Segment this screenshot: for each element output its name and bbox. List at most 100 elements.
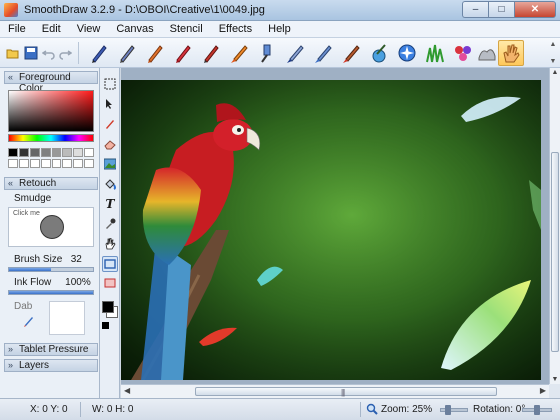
scroll-right-button[interactable]: ▶ bbox=[540, 386, 546, 395]
color-swatch[interactable] bbox=[8, 158, 18, 168]
menu-effects[interactable]: Effects bbox=[211, 21, 260, 37]
toolbar-scroll-up[interactable]: ▲ bbox=[548, 40, 558, 49]
save-icon[interactable] bbox=[24, 46, 38, 60]
hue-slider[interactable] bbox=[8, 134, 94, 142]
toolbar-scroll[interactable]: ▲ ▼ bbox=[548, 40, 558, 66]
scroll-down-button[interactable]: ▼ bbox=[550, 376, 560, 383]
left-panel: « Foreground Color « Retouch Smudge Clic… bbox=[0, 68, 100, 398]
fill-icon[interactable] bbox=[102, 176, 118, 192]
hand-icon[interactable] bbox=[498, 40, 524, 66]
menu-file[interactable]: File bbox=[0, 21, 34, 37]
airbrush-icon[interactable] bbox=[254, 40, 280, 66]
selection-size: W: 0 H: 0 bbox=[92, 404, 134, 415]
layers-title: Layers bbox=[19, 360, 50, 371]
grass-icon[interactable] bbox=[422, 40, 448, 66]
scroll-left-button[interactable]: ◀ bbox=[124, 386, 130, 395]
color-swatch[interactable] bbox=[62, 148, 73, 157]
ink-flow-slider[interactable] bbox=[8, 290, 94, 295]
maximize-button[interactable]: □ bbox=[488, 1, 514, 18]
ink-flow-label: Ink Flow 100% bbox=[14, 277, 91, 288]
foreground-color-header[interactable]: « Foreground Color bbox=[4, 71, 98, 94]
dab-preview[interactable] bbox=[49, 301, 85, 335]
brush-tool-icon[interactable] bbox=[102, 116, 118, 132]
horizontal-scrollbar[interactable]: ◀ ||| ▶ bbox=[121, 384, 549, 398]
menu-bar: File Edit View Canvas Stencil Effects He… bbox=[0, 21, 560, 38]
smudge-brush-icon[interactable] bbox=[338, 40, 364, 66]
color-swatch[interactable] bbox=[73, 148, 84, 157]
brush-tip-preview bbox=[40, 215, 64, 239]
retouch-title: Retouch bbox=[19, 178, 57, 189]
zoom-slider-knob[interactable] bbox=[444, 405, 451, 415]
text-icon[interactable]: T bbox=[102, 196, 118, 212]
scroll-up-button[interactable]: ▲ bbox=[550, 69, 560, 76]
hand-tool-icon[interactable] bbox=[102, 236, 118, 252]
menu-help[interactable]: Help bbox=[260, 21, 299, 37]
undo-icon[interactable] bbox=[41, 46, 56, 60]
color-swatch[interactable] bbox=[62, 158, 73, 168]
color-swatch[interactable] bbox=[18, 158, 29, 168]
eraser-icon[interactable] bbox=[102, 136, 118, 152]
fill-brush-icon[interactable] bbox=[310, 40, 336, 66]
expand-icon: » bbox=[8, 360, 14, 370]
brush-preview[interactable]: Click me bbox=[8, 207, 94, 247]
menu-edit[interactable]: Edit bbox=[34, 21, 69, 37]
color-swatch[interactable] bbox=[8, 148, 18, 157]
color-swatch[interactable] bbox=[84, 148, 94, 157]
vertical-scrollbar[interactable]: ▲ ▼ bbox=[549, 68, 560, 384]
horizontal-scroll-thumb[interactable]: ||| bbox=[195, 387, 497, 397]
rotation-level: Rotation: 0° bbox=[473, 404, 526, 415]
title-bar: SmoothDraw 3.2.9 - D:\OBOI\Creative\1\00… bbox=[0, 0, 560, 21]
color-swatch[interactable] bbox=[84, 158, 94, 168]
color-swatch[interactable] bbox=[40, 148, 51, 157]
color-swatch[interactable] bbox=[73, 158, 84, 168]
select-icon[interactable] bbox=[102, 76, 118, 92]
rectangle-icon[interactable] bbox=[102, 256, 118, 272]
pen-icon[interactable] bbox=[86, 40, 112, 66]
tablet-pressure-header[interactable]: » Tablet Pressure bbox=[4, 343, 98, 356]
crayon-icon[interactable] bbox=[142, 40, 168, 66]
color-swatch[interactable] bbox=[51, 148, 62, 157]
image-hose-icon[interactable] bbox=[474, 40, 500, 66]
menu-stencil[interactable]: Stencil bbox=[162, 21, 211, 37]
redo-icon[interactable] bbox=[58, 46, 73, 60]
color-swatch[interactable] bbox=[29, 158, 40, 168]
move-icon[interactable] bbox=[102, 96, 118, 112]
watercolor-brush-icon[interactable] bbox=[226, 40, 252, 66]
flowers-icon[interactable] bbox=[450, 40, 476, 66]
saturation-value-picker[interactable] bbox=[8, 90, 94, 132]
eyedropper-icon[interactable] bbox=[102, 216, 118, 232]
menu-canvas[interactable]: Canvas bbox=[108, 21, 161, 37]
scroll-grip: ||| bbox=[341, 388, 345, 397]
open-folder-icon[interactable] bbox=[6, 46, 20, 60]
image-tool-icon[interactable] bbox=[102, 156, 118, 172]
zoom-slider[interactable] bbox=[440, 405, 468, 415]
sparkle-icon[interactable] bbox=[394, 40, 420, 66]
color-swatch[interactable] bbox=[18, 148, 29, 157]
chalk-icon[interactable] bbox=[170, 40, 196, 66]
color-swatch[interactable] bbox=[40, 158, 51, 168]
pencil-icon[interactable] bbox=[114, 40, 140, 66]
rotation-slider[interactable] bbox=[522, 405, 552, 415]
retouch-header[interactable]: « Retouch bbox=[4, 177, 98, 190]
app-logo-icon bbox=[4, 3, 18, 17]
minimize-button[interactable]: – bbox=[462, 1, 488, 18]
close-button[interactable]: ✕ bbox=[514, 1, 556, 18]
marker-icon[interactable] bbox=[198, 40, 224, 66]
menu-view[interactable]: View bbox=[69, 21, 109, 37]
color-swatch[interactable] bbox=[29, 148, 40, 157]
canvas-artwork bbox=[121, 80, 541, 380]
drawing-canvas[interactable] bbox=[121, 80, 541, 380]
toolbar-scroll-down[interactable]: ▼ bbox=[548, 57, 558, 66]
foreground-color-swatch[interactable] bbox=[102, 301, 114, 313]
dab-brush-icon[interactable] bbox=[22, 314, 36, 328]
brush-size-slider[interactable] bbox=[8, 267, 94, 272]
paintbrush-icon[interactable] bbox=[282, 40, 308, 66]
color-swatch[interactable] bbox=[51, 158, 62, 168]
swap-colors-icon[interactable] bbox=[102, 322, 109, 329]
rectangle-fill-icon[interactable] bbox=[102, 275, 118, 291]
rotation-slider-knob[interactable] bbox=[534, 405, 540, 415]
brush-size-fill bbox=[9, 268, 51, 271]
eraser-brush-icon[interactable] bbox=[366, 40, 392, 66]
layers-header[interactable]: » Layers bbox=[4, 359, 98, 372]
vertical-scroll-thumb[interactable] bbox=[551, 152, 559, 352]
